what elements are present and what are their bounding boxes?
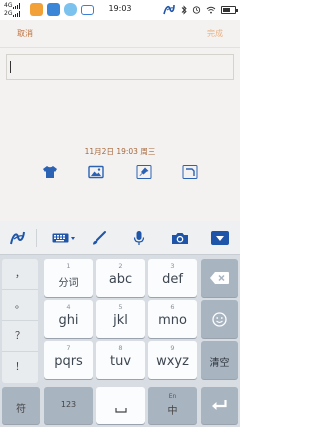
key-6[interactable]: 6 mno [148,300,197,338]
note-timestamp: 11月2日 19:03 周三 [84,147,156,156]
key-9[interactable]: 9 wxyz [148,341,197,379]
key-7-number: 7 [66,344,71,352]
note-text-input[interactable] [6,54,234,80]
keyboard: ， 。 ？ ！ 1 分词 2 abc 3 def 4 ghi 5 jkl 6 m… [0,221,240,427]
text-cursor [10,61,11,73]
done-button[interactable]: 完成 [207,28,223,39]
alarm-icon [192,6,201,14]
clear-key[interactable]: 清空 [201,341,238,379]
key-8[interactable]: 8 tuv [96,341,145,379]
editor-toolbar [0,165,240,187]
key-9-label: wxyz [156,354,189,369]
number-key[interactable]: 123 [44,387,93,424]
corner-icon[interactable] [182,165,198,179]
keyboard-toolbar [0,221,240,255]
emoji-key[interactable] [201,300,238,338]
brush-icon[interactable] [91,230,107,246]
key-4-label: ghi [58,313,79,328]
pin-icon[interactable] [136,165,152,179]
language-en-label: En [168,393,177,400]
image-icon[interactable] [88,165,104,179]
key-4-number: 4 [66,303,71,311]
mic-icon[interactable] [132,230,146,246]
space-key[interactable] [96,387,145,424]
key-5-number: 5 [118,303,123,311]
cancel-button[interactable]: 取消 [17,28,33,39]
delete-key[interactable] [201,259,238,297]
space-icon [115,408,127,413]
key-2[interactable]: 2 abc [96,259,145,297]
emoji-icon [212,312,227,327]
punct-key-period[interactable]: 。 [2,290,38,321]
key-2-label: abc [108,272,133,287]
punct-key-comma[interactable]: ， [2,259,38,290]
keyboard-icon[interactable] [52,230,76,246]
key-1-number: 1 [66,262,71,270]
shirt-icon[interactable] [42,165,58,179]
key-9-number: 9 [170,344,175,352]
key-1[interactable]: 1 分词 [44,259,93,297]
symbol-key-label: 符 [16,404,26,415]
key-3[interactable]: 3 def [148,259,197,297]
language-toggle-key[interactable]: En 中 [148,387,197,424]
punct-key-question[interactable]: ？ [2,321,38,352]
title-bar: 取消 完成 [0,20,240,48]
enter-icon [212,400,227,410]
toolbar-divider [36,229,37,247]
pen-logo-icon [163,4,175,15]
backspace-icon [210,272,229,284]
symbol-key[interactable]: 符 [2,387,40,424]
battery-icon [221,5,238,14]
punct-key-exclaim[interactable]: ！ [2,352,38,383]
key-2-number: 2 [118,262,123,270]
language-zh-label: 中 [167,406,178,417]
key-7[interactable]: 7 pqrs [44,341,93,379]
status-bar: 4G 2G 19:03 [0,0,240,20]
key-5[interactable]: 5 jkl [96,300,145,338]
collapse-icon [211,231,229,245]
pen-logo-icon[interactable] [8,230,28,246]
key-8-label: tuv [109,354,132,369]
clear-key-label: 清空 [209,358,230,369]
wifi-icon [206,6,216,13]
enter-key[interactable] [201,387,238,424]
key-4[interactable]: 4 ghi [44,300,93,338]
key-6-number: 6 [170,303,175,311]
key-3-number: 3 [170,262,175,270]
punctuation-column: ， 。 ？ ！ [2,259,38,383]
collapse-keyboard-button[interactable] [211,230,229,246]
camera-icon[interactable] [171,230,189,246]
key-8-number: 8 [118,344,123,352]
bluetooth-icon [181,4,187,15]
key-1-label: 分词 [58,278,79,289]
key-5-label: jkl [113,313,128,328]
key-3-label: def [162,272,183,287]
number-key-label: 123 [60,400,77,409]
key-6-label: mno [158,313,187,328]
key-7-label: pqrs [54,354,83,369]
editor-area: 11月2日 19:03 周三 [0,48,240,221]
